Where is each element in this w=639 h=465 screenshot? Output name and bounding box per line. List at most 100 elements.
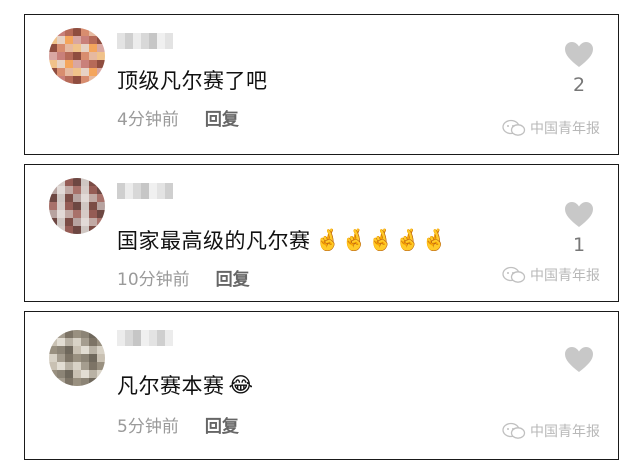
reply-button[interactable]: 回复 — [205, 412, 239, 437]
avatar-pixel — [81, 346, 89, 354]
avatar-pixel — [89, 76, 97, 84]
username-pixel — [141, 330, 149, 346]
username-pixel — [133, 183, 141, 199]
avatar-pixel — [49, 338, 57, 346]
avatar-pixel — [65, 68, 73, 76]
avatar[interactable] — [49, 330, 105, 386]
avatar-pixel — [65, 378, 73, 386]
avatar-pixel — [89, 330, 97, 338]
avatar-pixel — [81, 330, 89, 338]
avatar-pixel — [57, 210, 65, 218]
avatar-pixel — [49, 186, 57, 194]
avatar-pixel — [65, 218, 73, 226]
avatar-pixel — [65, 76, 73, 84]
username-pixel — [165, 330, 173, 346]
avatar-pixel — [89, 218, 97, 226]
avatar-pixel — [73, 44, 81, 52]
avatar-pixel — [65, 52, 73, 60]
avatar-pixel — [81, 362, 89, 370]
avatar-pixel — [89, 44, 97, 52]
reply-button[interactable]: 回复 — [216, 265, 250, 290]
avatar-pixel — [65, 186, 73, 194]
avatar-pixel — [57, 68, 65, 76]
avatar-pixel — [73, 370, 81, 378]
username-blurred[interactable] — [117, 33, 181, 51]
avatar-pixel — [65, 36, 73, 44]
emoji: 😂 — [228, 373, 254, 397]
avatar-pixel — [65, 338, 73, 346]
avatar-pixel — [73, 210, 81, 218]
avatar-pixel — [81, 338, 89, 346]
avatar-pixel — [73, 354, 81, 362]
avatar-pixel — [49, 370, 57, 378]
avatar-pixel — [97, 210, 105, 218]
avatar-pixel — [97, 338, 105, 346]
username-pixel — [149, 183, 157, 199]
avatar-pixel — [49, 346, 57, 354]
avatar-pixel — [89, 52, 97, 60]
avatar-pixel — [97, 202, 105, 210]
avatar-pixel — [89, 68, 97, 76]
like-button[interactable]: 1 — [562, 201, 596, 256]
avatar-pixel — [81, 226, 89, 234]
emoji: 🤞 — [341, 228, 368, 252]
avatar-pixel — [65, 362, 73, 370]
avatar-pixel — [81, 194, 89, 202]
heart-icon[interactable] — [564, 346, 594, 373]
avatar-pixel — [81, 202, 89, 210]
watermark: 中国青年报 — [502, 265, 600, 285]
timestamp: 10分钟前 — [117, 270, 190, 290]
username-pixel — [141, 33, 149, 49]
username-pixel — [133, 330, 141, 346]
avatar-pixel — [73, 330, 81, 338]
username-blurred[interactable] — [117, 183, 181, 201]
avatar-pixel — [65, 226, 73, 234]
avatar-pixel — [89, 36, 97, 44]
avatar-pixel — [73, 338, 81, 346]
avatar-pixel — [57, 362, 65, 370]
avatar-pixel — [97, 76, 105, 84]
avatar-pixel — [73, 378, 81, 386]
avatar-pixel — [89, 362, 97, 370]
username-pixel — [165, 33, 173, 49]
heart-icon[interactable] — [564, 41, 594, 68]
avatar-pixel — [49, 210, 57, 218]
avatar-pixel — [73, 218, 81, 226]
avatar-pixel — [65, 178, 73, 186]
emoji-row: 🤞🤞🤞🤞🤞 — [315, 228, 448, 252]
avatar-pixel — [57, 36, 65, 44]
avatar[interactable] — [49, 28, 105, 84]
avatar-pixel — [49, 60, 57, 68]
reply-button[interactable]: 回复 — [205, 105, 239, 130]
username-blurred[interactable] — [117, 330, 181, 348]
avatar-pixel — [89, 178, 97, 186]
username-pixel — [125, 183, 133, 199]
heart-icon[interactable] — [564, 201, 594, 228]
username-pixel — [141, 183, 149, 199]
avatar-pixel — [81, 28, 89, 36]
avatar-pixel — [97, 36, 105, 44]
avatar-pixel — [97, 330, 105, 338]
avatar-pixel — [81, 60, 89, 68]
avatar-pixel — [89, 194, 97, 202]
timestamp: 5分钟前 — [117, 417, 179, 437]
avatar-pixel — [89, 370, 97, 378]
wechat-icon — [502, 266, 526, 283]
avatar-pixel — [57, 194, 65, 202]
comment-body: 凡尔赛本赛 — [117, 374, 225, 398]
avatar-pixel — [65, 202, 73, 210]
avatar-pixel — [97, 226, 105, 234]
avatar-pixel — [65, 330, 73, 338]
like-button[interactable]: 2 — [562, 41, 596, 96]
avatar-pixel — [49, 76, 57, 84]
avatar-pixel — [57, 52, 65, 60]
like-button[interactable] — [562, 346, 596, 379]
avatar-pixel — [65, 44, 73, 52]
avatar-pixel — [81, 36, 89, 44]
avatar-pixel — [89, 226, 97, 234]
emoji: 🤞 — [314, 228, 342, 252]
avatar[interactable] — [49, 178, 105, 234]
username-pixel — [117, 33, 125, 49]
avatar-pixel — [89, 60, 97, 68]
avatar-pixel — [89, 346, 97, 354]
